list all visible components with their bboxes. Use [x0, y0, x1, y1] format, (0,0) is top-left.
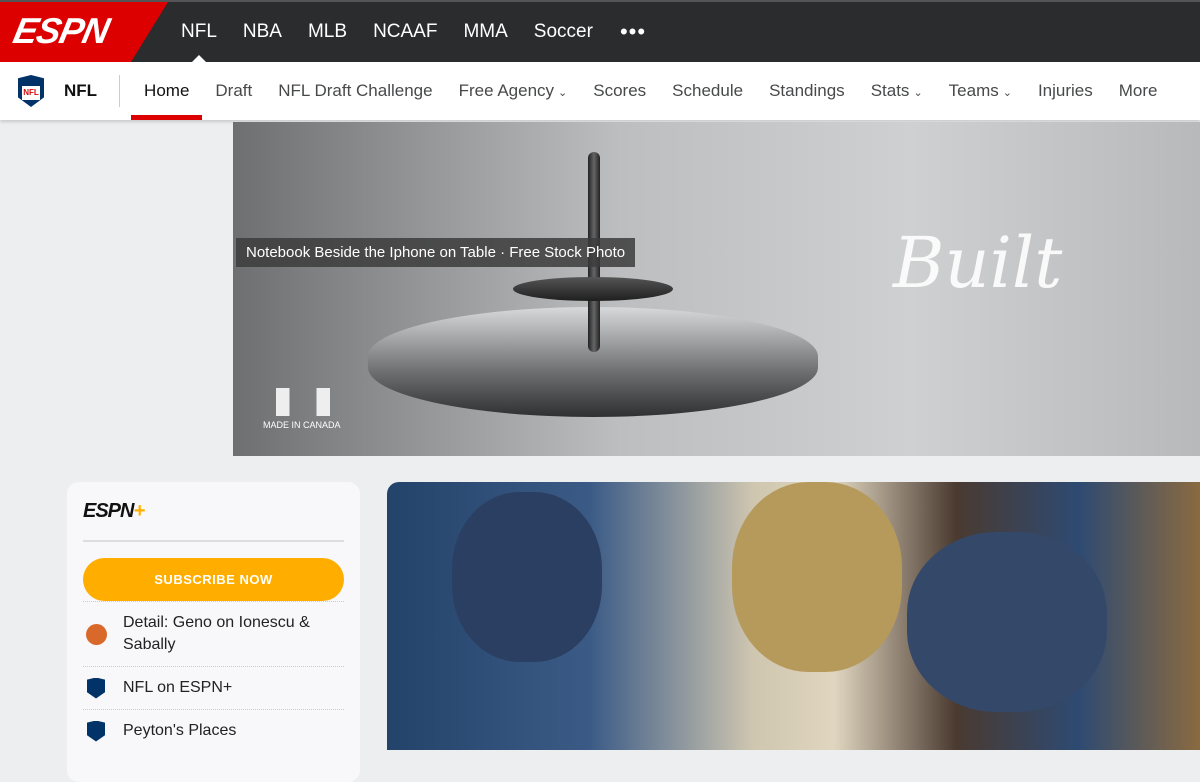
player-helmet — [452, 492, 602, 662]
subnav-home[interactable]: Home — [131, 62, 203, 120]
espn-logo[interactable]: ESPN — [0, 2, 168, 62]
subnav-stats[interactable]: Stats ⌄ — [858, 62, 936, 120]
ellipsis-icon[interactable]: ••• — [606, 2, 660, 62]
espn-plus-logo: ESPN+ — [83, 500, 145, 522]
canada-flag-icon — [276, 388, 330, 416]
subnav-schedule[interactable]: Schedule — [659, 62, 756, 120]
spinning-top-disc — [513, 277, 673, 301]
subnav-injuries[interactable]: Injuries — [1025, 62, 1106, 120]
player-helmet — [732, 482, 902, 672]
top-nav-bar: ESPN NFL NBA MLB NCAAF MMA Soccer ••• — [0, 0, 1200, 63]
ad-banner[interactable]: MADE IN CANADA Built Notebook Beside the… — [233, 122, 1200, 456]
item-label: Peyton's Places — [123, 722, 237, 739]
list-item[interactable]: NFL on ESPN+ — [83, 666, 344, 709]
nfl-logo-text: NFL — [22, 86, 40, 100]
subscribe-button[interactable]: SUBSCRIBE NOW — [83, 558, 344, 601]
subnav-more[interactable]: More — [1106, 62, 1171, 120]
chevron-down-icon: ⌄ — [1002, 87, 1012, 99]
label: Stats — [870, 81, 910, 100]
subnav-teams[interactable]: Teams ⌄ — [936, 62, 1025, 120]
signature: Built — [893, 222, 1063, 304]
sport-mma[interactable]: MMA — [450, 2, 520, 62]
sport-nba[interactable]: NBA — [230, 2, 295, 62]
espn-logo-text: ESPN — [9, 10, 113, 51]
subnav-standings[interactable]: Standings — [756, 62, 858, 120]
player-helmet — [907, 532, 1107, 712]
divider — [119, 75, 121, 107]
nfl-shield-icon — [87, 720, 105, 742]
divider — [83, 540, 344, 542]
item-label: NFL on ESPN+ — [123, 679, 233, 696]
espn-plus-card: ESPN+ SUBSCRIBE NOW Detail: Geno on Ione… — [67, 482, 360, 782]
chevron-down-icon: ⌄ — [558, 87, 568, 99]
item-label: Detail: Geno on Ionescu & Sabally — [123, 614, 310, 653]
sport-nfl[interactable]: NFL — [168, 2, 230, 63]
sport-ncaaf[interactable]: NCAAF — [360, 2, 450, 62]
subnav-scores[interactable]: Scores — [580, 62, 659, 120]
made-in-label: MADE IN CANADA — [263, 420, 341, 430]
nfl-shield-icon — [87, 677, 105, 699]
list-item[interactable]: Peyton's Places — [83, 709, 344, 752]
label: Teams — [948, 81, 999, 100]
hero-story-image[interactable] — [387, 482, 1200, 750]
subnav-draft-challenge[interactable]: NFL Draft Challenge — [265, 62, 445, 120]
league-title[interactable]: NFL — [64, 81, 97, 101]
subnav-free-agency[interactable]: Free Agency ⌄ — [446, 62, 581, 120]
list-item[interactable]: Detail: Geno on Ionescu & Sabally — [83, 601, 344, 666]
sports-nav: NFL NBA MLB NCAAF MMA Soccer ••• — [168, 2, 660, 63]
label: Free Agency — [458, 81, 555, 100]
image-tooltip: Notebook Beside the Iphone on Table · Fr… — [236, 238, 636, 267]
sport-soccer[interactable]: Soccer — [521, 2, 606, 62]
subnav-draft[interactable]: Draft — [202, 62, 265, 120]
nfl-shield-icon[interactable]: NFL — [18, 75, 44, 107]
league-subnav: NFL NFL Home Draft NFL Draft Challenge F… — [0, 62, 1200, 120]
chevron-down-icon: ⌄ — [913, 87, 923, 99]
sport-mlb[interactable]: MLB — [295, 2, 360, 62]
basketball-icon — [86, 623, 107, 645]
